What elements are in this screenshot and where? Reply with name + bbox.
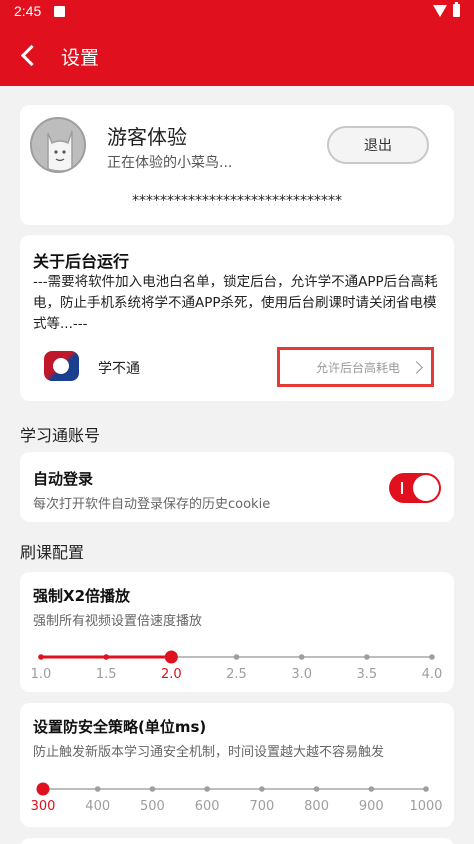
speed-title: 强制X2倍播放 (33, 585, 130, 606)
app-logo (44, 351, 79, 381)
account-section-heading: 学习通账号 (20, 422, 100, 446)
background-run-heading: 关于后台运行 (33, 248, 129, 272)
background-run-description: ---需要将软件加入电池白名单，锁定后台，允许学不通APP后台高耗电，防止手机系… (33, 272, 443, 335)
security-slider-tick[interactable] (423, 786, 429, 792)
next-card (20, 838, 454, 844)
app-name: 学不通 (98, 358, 140, 378)
toggle-on-indicator (401, 482, 403, 494)
speed-slider-tick[interactable] (38, 654, 44, 660)
security-description: 防止触发新版本学习通安全机制，时间设置越大越不容易触发 (33, 741, 384, 760)
security-slider-tick-label: 500 (140, 799, 165, 814)
security-slider-tick-label: 300 (31, 799, 56, 814)
speed-slider-tick-label: 3.0 (291, 667, 312, 682)
speed-slider-tick-label: 4.0 (422, 667, 443, 682)
speed-slider-tick[interactable] (234, 654, 240, 660)
speed-slider-tick-label: 2.5 (226, 667, 247, 682)
avatar[interactable] (30, 117, 86, 173)
security-slider-tick[interactable] (204, 786, 210, 792)
allow-background-power-label: 允许后台高耗电 (316, 359, 400, 376)
battery-icon (453, 4, 460, 17)
auto-login-description: 每次打开软件自动登录保存的历史cookie (33, 493, 270, 512)
notification-icon (54, 6, 65, 17)
status-time: 2:45 (14, 3, 41, 19)
wifi-icon (433, 5, 447, 17)
security-slider-tick-label: 600 (195, 799, 220, 814)
security-slider-tick-label: 700 (249, 799, 274, 814)
toggle-knob (413, 475, 439, 501)
course-section-heading: 刷课配置 (20, 539, 84, 563)
speed-slider-tick-label: 1.5 (96, 667, 117, 682)
speed-slider-tick[interactable] (364, 654, 370, 660)
security-slider-tick[interactable] (259, 786, 265, 792)
masked-user-id: ****************************** (0, 193, 474, 209)
speed-slider-tick[interactable] (299, 654, 305, 660)
speed-slider-tick-label: 3.5 (356, 667, 377, 682)
speed-slider-thumb[interactable] (165, 651, 178, 664)
page-title: 设置 (61, 43, 99, 70)
status-icons (433, 4, 460, 17)
chevron-right-icon (410, 361, 423, 374)
speed-slider-tick-label: 2.0 (161, 667, 182, 682)
status-bar: 2:45 (0, 0, 474, 24)
security-title: 设置防安全策略(单位ms) (33, 716, 206, 737)
back-chevron-left-icon[interactable] (16, 40, 44, 70)
security-slider-tick[interactable] (150, 786, 156, 792)
security-slider-tick-label: 800 (304, 799, 329, 814)
user-subtitle: 正在体验的小菜鸟... (107, 152, 232, 172)
security-slider-tick-label: 400 (85, 799, 110, 814)
speed-description: 强制所有视频设置倍速度播放 (33, 610, 202, 629)
logout-button[interactable]: 退出 (327, 126, 429, 164)
security-slider-tick-label: 1000 (409, 799, 442, 814)
security-slider-tick[interactable] (314, 786, 320, 792)
speed-slider-tick[interactable] (429, 654, 435, 660)
user-name: 游客体验 (107, 121, 187, 150)
security-slider-tick[interactable] (95, 786, 101, 792)
security-slider-tick-label: 900 (359, 799, 384, 814)
allow-background-power-button[interactable]: 允许后台高耗电 (277, 347, 434, 387)
security-slider-tick[interactable] (368, 786, 374, 792)
auto-login-toggle[interactable] (389, 473, 441, 503)
security-slider-thumb[interactable] (37, 783, 50, 796)
auto-login-title: 自动登录 (33, 468, 93, 489)
app-bar: 设置 (0, 24, 474, 86)
speed-slider-tick[interactable] (103, 654, 109, 660)
speed-slider-tick-label: 1.0 (31, 667, 52, 682)
